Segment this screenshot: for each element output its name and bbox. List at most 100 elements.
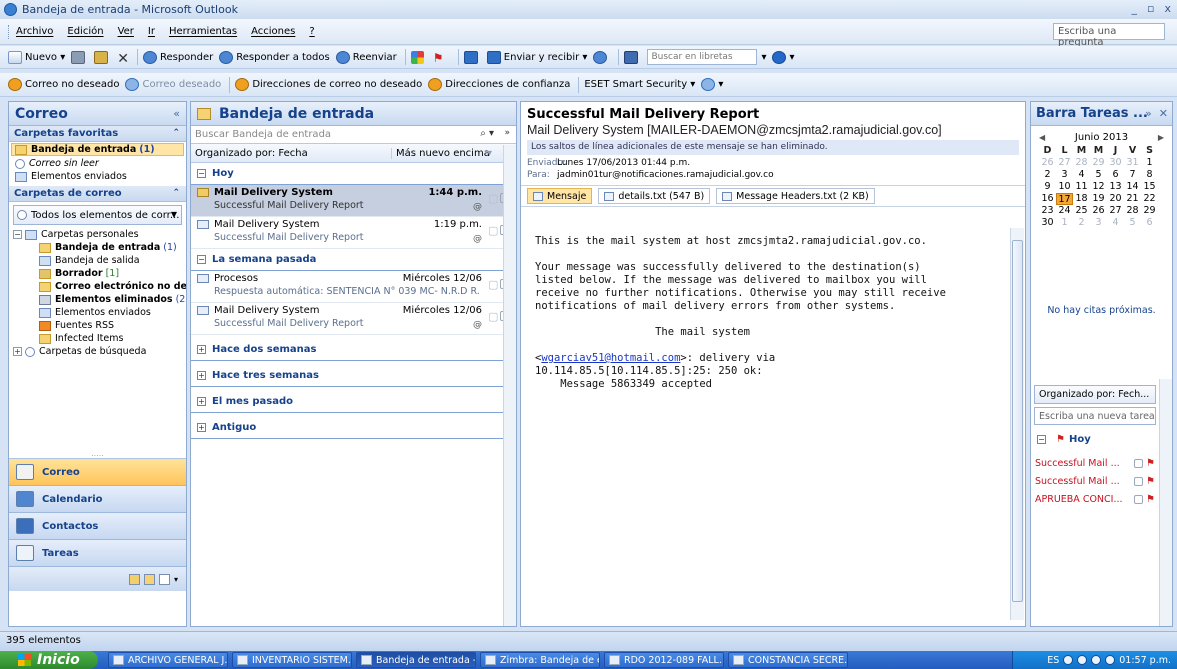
flag-icon[interactable]: ⚑ — [1146, 458, 1155, 469]
taskbar-button[interactable]: CONSTANCIA SECRE... — [728, 652, 848, 668]
calendar-day[interactable]: 1 — [1141, 157, 1158, 169]
calendar-day[interactable]: 30 — [1107, 157, 1124, 169]
categorize-button[interactable] — [410, 50, 427, 64]
menu-herramientas[interactable]: Herramientas — [169, 26, 237, 37]
favorite-sent[interactable]: Elementos enviados — [9, 170, 186, 183]
eset-options-button[interactable]: ▾ — [701, 78, 723, 91]
tray-icon[interactable] — [1063, 655, 1074, 665]
tree-sent[interactable]: Elementos enviados — [9, 306, 186, 319]
collapse-tree-icon[interactable]: − — [13, 230, 22, 239]
delete-button[interactable]: ✕ — [117, 51, 129, 67]
tray-icon[interactable] — [1077, 655, 1088, 665]
favorites-section-header[interactable]: Carpetas favoritas ⌃ — [9, 126, 186, 142]
message-item[interactable]: Mail Delivery System 1:44 p.m. Successfu… — [191, 185, 516, 217]
address-book-button[interactable] — [463, 50, 481, 64]
group-three-weeks[interactable]: + Hace tres semanas — [191, 365, 516, 387]
collapse-group-icon[interactable]: − — [197, 169, 206, 178]
safe-addresses-button[interactable]: Direcciones de confianza — [428, 78, 570, 91]
group-today[interactable]: − Hoy — [191, 163, 516, 185]
search-icon[interactable]: ⌕ ▾ — [480, 128, 494, 139]
calendar-day[interactable]: 2 — [1073, 217, 1090, 229]
search-address-books-input[interactable]: Buscar en libretas — [647, 49, 758, 65]
chevron-up-icon[interactable]: ⌃ — [172, 188, 180, 198]
tree-rss[interactable]: Fuentes RSS — [9, 319, 186, 332]
favorite-unread[interactable]: Correo sin leer — [9, 157, 186, 170]
flag-icon[interactable]: ⚑ — [1146, 476, 1155, 487]
nav-button-contacts[interactable]: Contactos — [9, 513, 186, 540]
calendar-day[interactable]: 14 — [1124, 181, 1141, 193]
group-older[interactable]: + Antiguo — [191, 417, 516, 439]
calendar-day[interactable]: 7 — [1124, 169, 1141, 181]
calendar-day[interactable]: 1 — [1056, 217, 1073, 229]
task-complete-checkbox[interactable] — [1134, 495, 1144, 504]
calendar-day[interactable]: 5 — [1090, 169, 1107, 181]
calendar-day[interactable]: 26 — [1090, 205, 1107, 217]
calendar-day[interactable]: 6 — [1107, 169, 1124, 181]
calendar-day[interactable]: 19 — [1090, 193, 1107, 205]
blocked-addresses-button[interactable]: Direcciones de correo no deseado — [235, 78, 422, 91]
task-complete-checkbox[interactable] — [1134, 477, 1144, 486]
send-receive-button[interactable]: Enviar y recibir ▾ — [486, 50, 587, 64]
calendar-day[interactable]: 16 — [1039, 193, 1056, 205]
reply-all-button[interactable]: Responder a todos — [219, 50, 330, 64]
task-complete-checkbox[interactable] — [1134, 459, 1144, 468]
tree-personal-folders[interactable]: − Carpetas personales — [9, 228, 186, 241]
maximize-icon[interactable]: ▫ — [1147, 2, 1154, 15]
close-icon[interactable]: x — [1164, 2, 1171, 15]
calendar-day[interactable]: 10 — [1056, 181, 1073, 193]
favorite-inbox[interactable]: Bandeja de entrada (1) — [11, 143, 184, 156]
recipient-link[interactable]: wgarciav51@hotmail.com — [541, 352, 680, 364]
message-list-scrollbar[interactable] — [503, 145, 516, 626]
notes-icon[interactable] — [128, 573, 140, 585]
calendar-day[interactable]: 5 — [1124, 217, 1141, 229]
eset-button[interactable]: ESET Smart Security ▾ — [584, 79, 695, 90]
tree-outbox[interactable]: Bandeja de salida — [9, 254, 186, 267]
find-button[interactable] — [593, 50, 610, 64]
category-icon[interactable]: ▢ — [488, 192, 498, 205]
calendar-day[interactable]: 28 — [1124, 205, 1141, 217]
calendar-day[interactable]: 27 — [1056, 157, 1073, 169]
group-two-weeks[interactable]: + Hace dos semanas — [191, 339, 516, 361]
calendar-day[interactable]: 26 — [1039, 157, 1056, 169]
chevron-up-icon[interactable]: ⌃ — [172, 128, 180, 138]
arrange-by-button[interactable]: Organizado por: Fecha — [191, 148, 391, 159]
message-sender[interactable]: Mail Delivery System [MAILER-DAEMON@zmcs… — [521, 122, 1025, 138]
calendar-day[interactable]: 20 — [1107, 193, 1124, 205]
menu-acciones[interactable]: Acciones — [251, 26, 295, 37]
nav-button-tasks[interactable]: Tareas — [9, 540, 186, 567]
calendar-day[interactable]: 28 — [1073, 157, 1090, 169]
nav-button-mail[interactable]: Correo — [9, 459, 186, 486]
follow-up-button[interactable]: ⚑ — [433, 51, 450, 65]
message-item[interactable]: Mail Delivery System 1:19 p.m. Successfu… — [191, 217, 516, 249]
expand-query-icon[interactable]: » — [504, 128, 510, 138]
task-item[interactable]: APRUEBA CONCI... ⚑ — [1035, 494, 1155, 505]
tree-inbox[interactable]: Bandeja de entrada (1) — [9, 241, 186, 254]
calendar-day[interactable]: 4 — [1107, 217, 1124, 229]
expand-tree-icon[interactable]: + — [13, 347, 22, 356]
ask-question-input[interactable]: Escriba una pregunta — [1053, 23, 1165, 48]
nav-splitter[interactable]: ..... — [9, 450, 186, 459]
forward-button[interactable]: Reenviar — [335, 50, 397, 64]
category-icon[interactable]: ▢ — [488, 310, 498, 323]
category-icon[interactable]: ▢ — [488, 224, 498, 237]
task-item[interactable]: Successful Mail ... ⚑ — [1035, 458, 1155, 469]
calendar-day[interactable]: 23 — [1039, 205, 1056, 217]
configure-buttons-icon[interactable]: ▾ — [174, 575, 178, 584]
taskbar-button[interactable]: Zimbra: Bandeja de e... — [480, 652, 600, 668]
expand-group-icon[interactable]: + — [197, 397, 206, 406]
calendar-day[interactable]: 9 — [1039, 181, 1056, 193]
task-item[interactable]: Successful Mail ... ⚑ — [1035, 476, 1155, 487]
new-task-input[interactable]: Escriba una nueva tarea — [1034, 407, 1156, 425]
menu-edicion[interactable]: Edición — [67, 26, 103, 37]
calendar-day[interactable]: 8 — [1141, 169, 1158, 181]
not-junk-button[interactable]: Correo deseado — [125, 78, 221, 91]
category-icon[interactable]: ▢ — [488, 278, 498, 291]
tree-junk[interactable]: Correo electrónico no desea — [9, 280, 186, 293]
info-bar[interactable]: Los saltos de línea adicionales de este … — [527, 140, 1019, 155]
taskbar-button[interactable]: RDO 2012-089 FALL... — [604, 652, 724, 668]
new-button[interactable]: Nuevo ▾ — [8, 50, 65, 64]
taskbar-button-outlook[interactable]: Bandeja de entrada -... — [356, 652, 476, 668]
tree-infected[interactable]: Infected Items — [9, 332, 186, 345]
calendar-day[interactable]: 11 — [1073, 181, 1090, 193]
menu-help[interactable]: ? — [309, 26, 314, 37]
